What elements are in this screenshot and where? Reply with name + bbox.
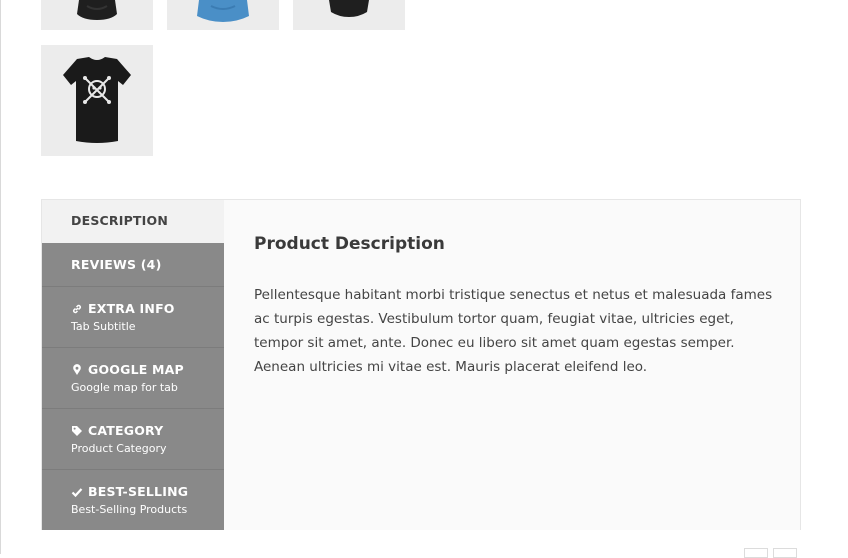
product-tabs: DESCRIPTION REVIEWS (4) EXTRA INFO Tab S…	[41, 199, 801, 530]
thumbnail-blue-hoodie[interactable]	[167, 0, 279, 30]
tab-best-selling[interactable]: BEST-SELLING Best-Selling Products	[42, 470, 224, 530]
tab-google-map[interactable]: GOOGLE MAP Google map for tab	[42, 348, 224, 409]
panel-text: Pellentesque habitant morbi tristique se…	[254, 287, 773, 375]
prev-button[interactable]	[744, 548, 768, 558]
blue-hoodie-image	[197, 0, 249, 22]
next-button[interactable]	[773, 548, 797, 558]
panel-title: Product Description	[254, 234, 445, 254]
page-left-border	[0, 0, 1, 554]
tab-description[interactable]: DESCRIPTION	[42, 200, 224, 243]
tab-extra-info-label: EXTRA INFO	[88, 301, 175, 316]
tab-reviews-label: REVIEWS (4)	[71, 257, 162, 272]
tab-best-selling-subtitle: Best-Selling Products	[71, 503, 188, 516]
tab-google-map-subtitle: Google map for tab	[71, 381, 178, 394]
map-marker-icon	[73, 363, 81, 375]
tab-category[interactable]: CATEGORY Product Category	[42, 409, 224, 470]
black-hoodie-image	[77, 0, 117, 20]
black-shirt-image	[329, 0, 369, 17]
tab-category-subtitle: Product Category	[71, 442, 167, 455]
tab-reviews[interactable]: REVIEWS (4)	[42, 243, 224, 287]
thumbnail-black-skull-tshirt[interactable]	[41, 45, 153, 156]
thumbnail-black-shirt[interactable]	[293, 0, 405, 30]
tab-description-label: DESCRIPTION	[71, 213, 168, 228]
tab-category-label: CATEGORY	[88, 423, 164, 438]
tag-icon	[72, 425, 82, 436]
skull-tshirt-image	[63, 57, 131, 143]
thumbnail-black-hoodie[interactable]	[41, 0, 153, 30]
check-icon	[71, 487, 83, 497]
link-icon	[72, 304, 82, 313]
tab-extra-info-subtitle: Tab Subtitle	[71, 320, 136, 333]
tab-extra-info[interactable]: EXTRA INFO Tab Subtitle	[42, 287, 224, 348]
tab-list: DESCRIPTION REVIEWS (4) EXTRA INFO Tab S…	[42, 200, 224, 530]
tab-panel-description: Product Description Pellentesque habitan…	[224, 200, 800, 530]
tab-best-selling-label: BEST-SELLING	[88, 484, 189, 499]
tab-google-map-label: GOOGLE MAP	[88, 362, 184, 377]
